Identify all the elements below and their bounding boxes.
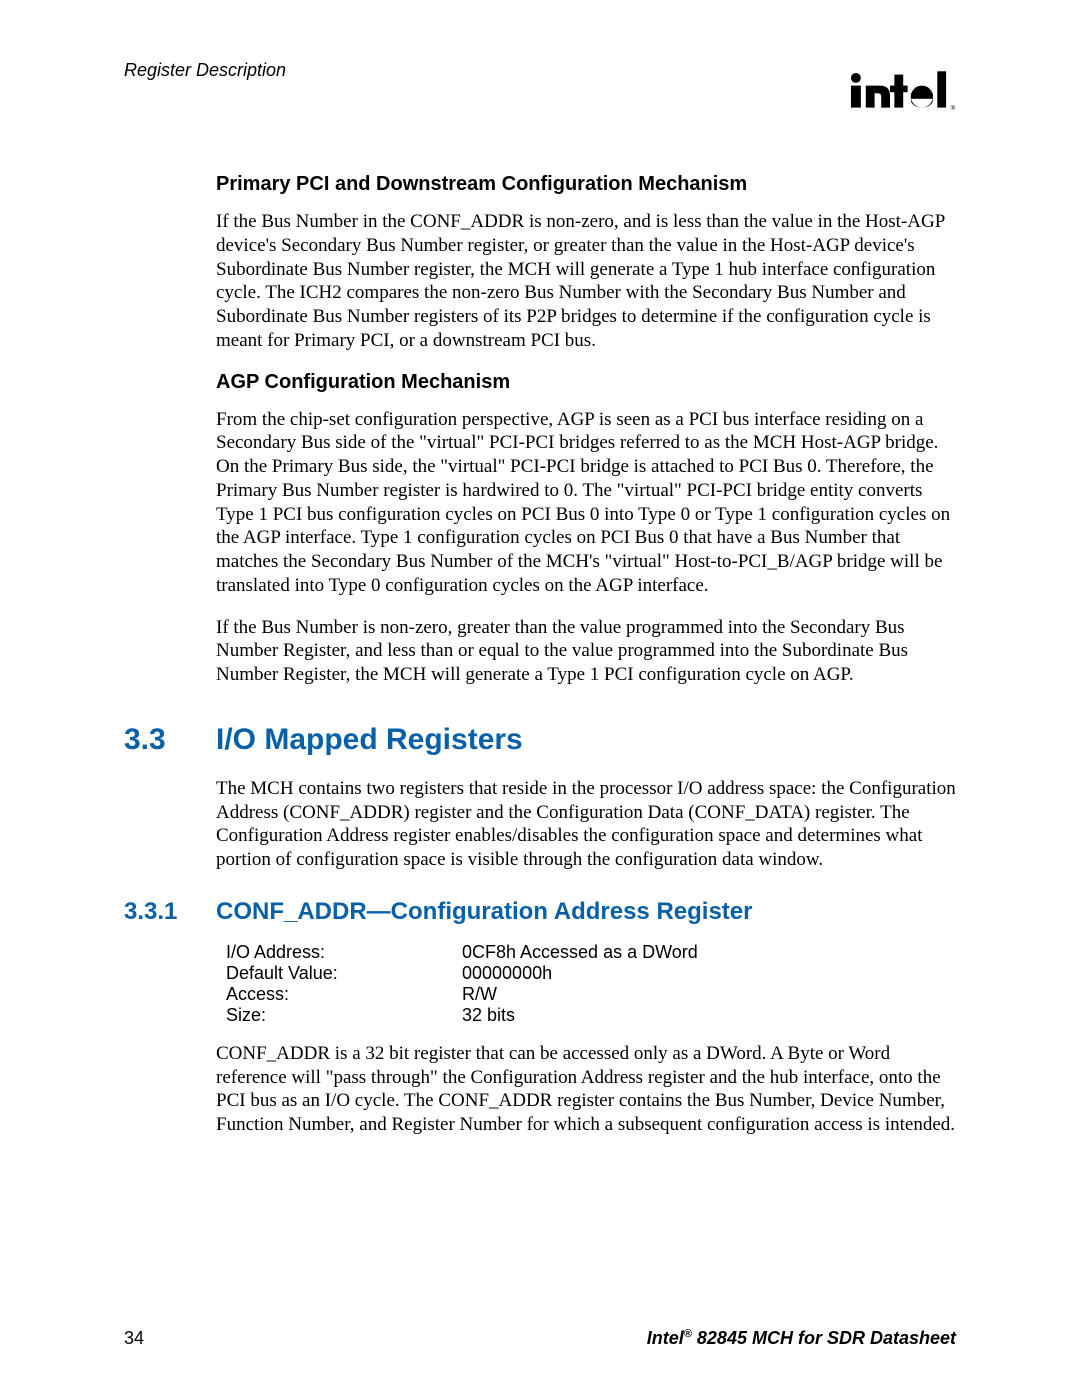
paragraph: The MCH contains two registers that resi…: [216, 777, 956, 872]
paragraph: From the chip-set configuration perspect…: [216, 408, 956, 598]
prop-key: Access:: [226, 984, 462, 1005]
paragraph: CONF_ADDR is a 32 bit register that can …: [216, 1042, 956, 1137]
paragraph: If the Bus Number is non-zero, greater t…: [216, 616, 956, 687]
subheading-agp: AGP Configuration Mechanism: [216, 371, 956, 394]
section-title: I/O Mapped Registers: [216, 723, 523, 757]
prop-value: 00000000h: [462, 963, 552, 984]
registered-mark: ®: [684, 1328, 692, 1340]
doc-title: Intel® 82845 MCH for SDR Datasheet: [647, 1328, 956, 1349]
section-number: 3.3.1: [124, 898, 216, 926]
page-footer: 34 Intel® 82845 MCH for SDR Datasheet: [124, 1328, 956, 1349]
section-heading-3-3-1: 3.3.1 CONF_ADDR—Configuration Address Re…: [124, 898, 956, 926]
prop-value: 32 bits: [462, 1005, 515, 1026]
page-number: 34: [124, 1328, 144, 1349]
prop-key: Size:: [226, 1005, 462, 1026]
doc-title-prefix: Intel: [647, 1328, 684, 1348]
subheading-primary-pci: Primary PCI and Downstream Configuration…: [216, 173, 956, 196]
section-title: CONF_ADDR—Configuration Address Register: [216, 898, 752, 926]
section-number: 3.3: [124, 723, 216, 757]
svg-text:®: ®: [951, 104, 956, 112]
prop-value: R/W: [462, 984, 497, 1005]
paragraph: If the Bus Number in the CONF_ADDR is no…: [216, 210, 956, 353]
prop-value: 0CF8h Accessed as a DWord: [462, 942, 698, 963]
prop-key: I/O Address:: [226, 942, 462, 963]
intel-logo: ®: [796, 62, 956, 123]
section-heading-3-3: 3.3 I/O Mapped Registers: [124, 723, 956, 757]
doc-title-suffix: 82845 MCH for SDR Datasheet: [692, 1328, 956, 1348]
register-properties: I/O Address: 0CF8h Accessed as a DWord D…: [226, 942, 956, 1026]
prop-key: Default Value:: [226, 963, 462, 984]
